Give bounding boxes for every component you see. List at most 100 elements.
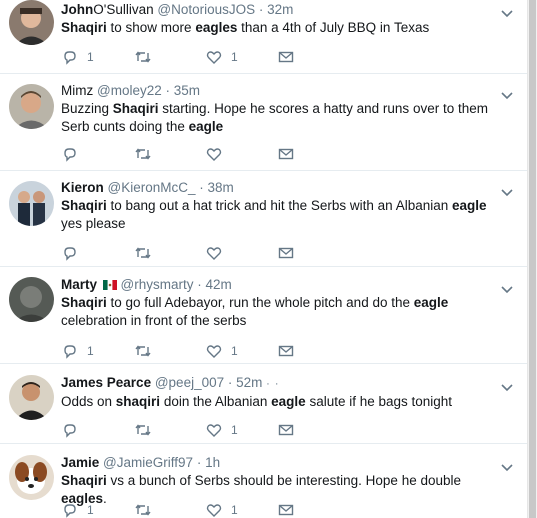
verified-dots: · · (266, 378, 280, 390)
display-name[interactable]: Marty (61, 277, 97, 292)
like-count: 1 (231, 423, 238, 437)
retweet-icon (135, 51, 151, 63)
reply-button[interactable] (62, 421, 87, 439)
tweet[interactable]: Kieron @KieronMcC_ · 38m Shaqiri to bang… (0, 171, 528, 267)
direct-message-icon (278, 504, 294, 516)
tweet[interactable]: James Pearce @peej_007 · 52m · · Odds on… (0, 364, 528, 444)
like-count: 1 (231, 344, 238, 358)
like-button[interactable]: 1 (206, 421, 238, 439)
text-segment: Shaqiri (61, 198, 107, 213)
retweet-icon (135, 504, 151, 516)
text-segment: to show more (106, 20, 196, 35)
chevron-down-icon[interactable] (500, 6, 514, 18)
text-segment: eagles (195, 20, 238, 35)
user-handle[interactable]: @JamieGriff97 (103, 455, 193, 470)
direct-message-icon (278, 247, 294, 259)
tweet[interactable]: Mimz @moley22 · 35m Buzzing Shaqiri star… (0, 74, 528, 171)
text-segment: Shaqiri (61, 20, 107, 35)
tweet-text: Shaqiri to go full Adebayor, run the who… (61, 294, 491, 330)
retweet-button[interactable] (134, 342, 152, 360)
direct-message-button[interactable] (278, 342, 294, 360)
timestamp[interactable]: 38m (208, 180, 234, 195)
text-segment: eagle (271, 394, 306, 409)
text-segment: vs a bunch of Serbs should be interestin… (106, 473, 462, 488)
avatar[interactable] (9, 0, 54, 45)
tweet[interactable]: Jamie @JamieGriff97 · 1h Shaqiri vs a bu… (0, 444, 528, 518)
tweet-actions: 1 1 (62, 48, 322, 66)
reply-button[interactable]: 1 (62, 501, 94, 518)
like-icon (206, 148, 222, 161)
tweet[interactable]: JohnO'Sullivan @NotoriousJOS · 32m Shaqi… (0, 0, 528, 74)
like-button[interactable] (206, 145, 231, 163)
timestamp[interactable]: 1h (205, 455, 220, 470)
tweet-text: Shaqiri to bang out a hat trick and hit … (61, 197, 491, 233)
text-segment: Odds on (61, 394, 116, 409)
tweet-text: Buzzing Shaqiri starting. Hope he scores… (61, 100, 491, 136)
user-handle[interactable]: @NotoriousJOS (157, 2, 255, 17)
retweet-icon (135, 148, 151, 160)
scroll-thumb[interactable] (529, 0, 536, 518)
direct-message-button[interactable] (278, 48, 294, 66)
display-name[interactable]: Jamie (61, 455, 99, 470)
text-segment: Shaqiri (112, 101, 159, 116)
retweet-button[interactable] (134, 244, 152, 262)
chevron-down-icon[interactable] (500, 88, 514, 100)
timestamp[interactable]: 52m (236, 375, 262, 390)
display-name-rest[interactable]: Mimz (61, 83, 93, 98)
reply-button[interactable] (62, 244, 87, 262)
text-segment: to bang out a hat trick and hit the Serb… (106, 198, 452, 213)
timestamp[interactable]: 35m (174, 83, 200, 98)
retweet-button[interactable] (134, 145, 152, 163)
chevron-down-icon[interactable] (500, 460, 514, 472)
timestamp[interactable]: 32m (267, 2, 293, 17)
tweet-header: JohnO'Sullivan @NotoriousJOS · 32m (61, 2, 294, 17)
chevron-down-icon[interactable] (500, 185, 514, 197)
like-button[interactable]: 1 (206, 501, 238, 518)
retweet-button[interactable] (134, 501, 152, 518)
reply-icon (64, 148, 76, 162)
like-button[interactable]: 1 (206, 342, 238, 360)
text-segment: than a 4th of July BBQ in Texas (237, 20, 430, 35)
like-icon (206, 247, 222, 260)
user-handle[interactable]: @KieronMcC_ (108, 180, 196, 195)
chevron-down-icon[interactable] (500, 380, 514, 392)
text-segment: doin the Albanian (160, 394, 272, 409)
tweet-text: Odds on shaqiri doin the Albanian eagle … (61, 393, 491, 411)
reply-count: 1 (87, 50, 94, 64)
direct-message-icon (278, 424, 294, 436)
reply-button[interactable]: 1 (62, 342, 94, 360)
avatar[interactable] (9, 455, 54, 500)
reply-button[interactable] (62, 145, 87, 163)
display-name[interactable]: John (61, 2, 93, 17)
retweet-button[interactable] (134, 421, 152, 439)
timestamp[interactable]: 42m (206, 277, 232, 292)
avatar[interactable] (9, 84, 54, 129)
retweet-button[interactable] (134, 48, 152, 66)
reply-icon (64, 51, 76, 65)
like-button[interactable] (206, 244, 231, 262)
reply-button[interactable]: 1 (62, 48, 94, 66)
direct-message-button[interactable] (278, 145, 294, 163)
avatar[interactable] (9, 375, 54, 420)
chevron-down-icon[interactable] (500, 282, 514, 294)
user-handle[interactable]: @moley22 (97, 83, 162, 98)
tweet-actions: 1 (62, 421, 322, 439)
avatar[interactable] (9, 181, 54, 226)
user-handle[interactable]: @peej_007 (155, 375, 224, 390)
text-segment: Buzzing (61, 101, 113, 116)
display-name-rest[interactable]: O'Sullivan (93, 2, 153, 17)
tweet[interactable]: Marty @rhysmarty · 42m Shaqiri to go ful… (0, 267, 528, 364)
direct-message-button[interactable] (278, 244, 294, 262)
like-button[interactable]: 1 (206, 48, 238, 66)
avatar[interactable] (9, 277, 54, 322)
direct-message-icon (278, 345, 294, 357)
scrollbar[interactable] (527, 0, 537, 518)
reply-icon (64, 424, 76, 438)
direct-message-button[interactable] (278, 421, 294, 439)
direct-message-button[interactable] (278, 501, 294, 518)
display-name[interactable]: James Pearce (61, 375, 151, 390)
display-name[interactable]: Kieron (61, 180, 104, 195)
text-segment: eagle (188, 119, 224, 134)
reply-count: 1 (87, 344, 94, 358)
user-handle[interactable]: @rhysmarty (121, 277, 194, 292)
